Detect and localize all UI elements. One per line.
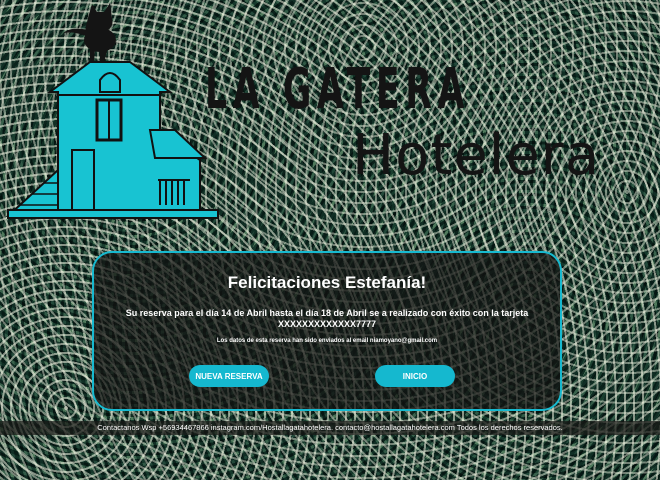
house-with-cat-logo-icon xyxy=(5,3,219,220)
new-booking-button[interactable]: NUEVA RESERVA xyxy=(189,365,269,387)
confirmation-message: Su reserva para el día 14 de Abril hasta… xyxy=(125,308,529,329)
confirmation-title: Felicitaciones Estefanía! xyxy=(227,273,427,292)
brand-logo[interactable]: LA GATERA Hotelera xyxy=(0,0,620,230)
brand-name-top: LA GATERA xyxy=(205,57,470,122)
email-note: Los datos de esta reserva han sido envia… xyxy=(216,338,438,344)
brand-name-bottom: Hotelera xyxy=(352,123,601,188)
confirmation-card: Felicitaciones Estefanía! Su reserva par… xyxy=(92,251,562,411)
home-button[interactable]: INICIO xyxy=(375,365,455,387)
footer-contact: Contactanos Wsp +56934467866 instagram.c… xyxy=(0,421,660,435)
